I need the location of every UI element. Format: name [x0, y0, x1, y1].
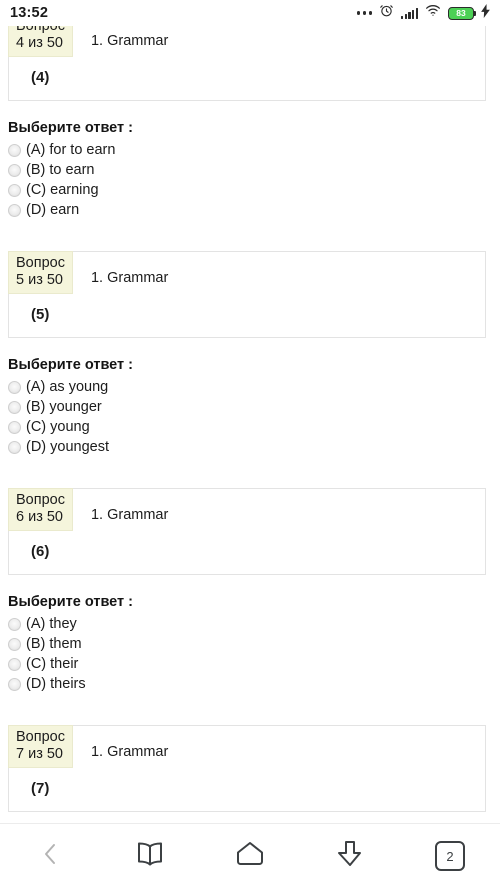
- downloads-button[interactable]: [322, 832, 378, 880]
- answer-option[interactable]: (D) youngest: [8, 437, 500, 457]
- question-badge-line1: Вопрос: [16, 26, 65, 34]
- answer-option[interactable]: (B) to earn: [8, 160, 500, 180]
- radio-button-icon[interactable]: [8, 143, 21, 157]
- answer-option-label: (B) younger: [26, 399, 102, 415]
- radio-button-icon[interactable]: [8, 637, 21, 651]
- answer-option[interactable]: (D) theirs: [8, 674, 500, 694]
- question-number-badge: Вопрос 7 из 50: [8, 725, 73, 768]
- signal-bars-icon: [400, 7, 418, 19]
- answer-option[interactable]: (A) for to earn: [8, 140, 500, 160]
- question-number-badge: Вопрос 5 из 50: [8, 251, 73, 294]
- radio-button-icon[interactable]: [8, 380, 21, 394]
- charging-bolt-icon: [481, 3, 490, 23]
- answer-option[interactable]: (C) their: [8, 654, 500, 674]
- question-text: (5): [31, 306, 50, 323]
- answer-option-label: (A) for to earn: [26, 142, 116, 158]
- answer-option-label: (A) they: [26, 616, 77, 632]
- answer-option-label: (D) youngest: [26, 439, 110, 455]
- radio-button-icon[interactable]: [8, 677, 21, 691]
- answer-group: Выберите ответ : (A) they (B) them (C) t…: [0, 575, 500, 694]
- question-topic-title: 1. Grammar: [90, 33, 169, 49]
- question-card: Вопрос 4 из 50 1. Grammar (4): [8, 26, 486, 101]
- answer-option[interactable]: (A) as young: [8, 377, 500, 397]
- question-card: Вопрос 7 из 50 1. Grammar (7): [8, 725, 486, 812]
- alarm-clock-icon: [379, 3, 394, 23]
- question-header: Вопрос 4 из 50 1. Grammar: [8, 26, 485, 57]
- radio-button-icon[interactable]: [8, 617, 21, 631]
- question-number-badge: Вопрос 6 из 50: [8, 488, 73, 531]
- question-topic-title: 1. Grammar: [90, 270, 169, 286]
- question-header: Вопрос 7 из 50 1. Grammar: [8, 725, 485, 768]
- radio-button-icon[interactable]: [8, 420, 21, 434]
- status-bar: 13:52 83: [0, 0, 500, 26]
- radio-button-icon[interactable]: [8, 203, 21, 217]
- down-arrow-icon: [335, 839, 365, 874]
- question-text: (6): [31, 543, 50, 560]
- back-button[interactable]: [22, 832, 78, 880]
- radio-button-icon[interactable]: [8, 400, 21, 414]
- open-book-icon: [135, 841, 165, 872]
- answer-option-label: (C) young: [26, 419, 90, 435]
- question-topic-title: 1. Grammar: [90, 744, 169, 760]
- status-icons: 83: [357, 3, 490, 23]
- answer-option[interactable]: (C) young: [8, 417, 500, 437]
- radio-button-icon[interactable]: [8, 657, 21, 671]
- question-badge-line1: Вопрос: [16, 729, 65, 745]
- question-header: Вопрос 5 из 50 1. Grammar: [8, 251, 485, 294]
- question-badge-line2: 6 из 50: [16, 509, 63, 525]
- answer-option-label: (D) theirs: [26, 676, 86, 692]
- back-chevron-icon: [39, 840, 61, 873]
- answer-option-label: (C) their: [26, 656, 79, 672]
- question-text: (7): [31, 780, 50, 797]
- question-badge-line1: Вопрос: [16, 255, 65, 271]
- web-page-viewport[interactable]: Вопрос 4 из 50 1. Grammar (4) Выберите о…: [0, 26, 500, 823]
- answer-option-label: (B) them: [26, 636, 82, 652]
- answers-heading: Выберите ответ :: [8, 357, 133, 373]
- answer-option[interactable]: (A) they: [8, 614, 500, 634]
- bookmarks-button[interactable]: [122, 832, 178, 880]
- answer-option[interactable]: (C) earning: [8, 180, 500, 200]
- answer-option-label: (B) to earn: [26, 162, 95, 178]
- quiz-list: Вопрос 4 из 50 1. Grammar (4) Выберите о…: [0, 26, 500, 812]
- browser-bottom-navigation: 2: [0, 823, 500, 888]
- question-badge-line2: 4 из 50: [16, 35, 63, 51]
- question-card: Вопрос 5 из 50 1. Grammar (5): [8, 251, 486, 338]
- answer-option-label: (D) earn: [26, 202, 80, 218]
- battery-level: 83: [456, 7, 466, 18]
- home-button[interactable]: [222, 832, 278, 880]
- home-pentagon-icon: [234, 840, 266, 873]
- answer-group: Выберите ответ : (A) for to earn (B) to …: [0, 101, 500, 220]
- answer-option-label: (C) earning: [26, 182, 99, 198]
- battery-icon: 83: [448, 6, 477, 20]
- question-badge-line1: Вопрос: [16, 492, 65, 508]
- answer-option[interactable]: (B) younger: [8, 397, 500, 417]
- wifi-icon: [425, 4, 441, 22]
- answers-heading: Выберите ответ :: [8, 594, 133, 610]
- question-header: Вопрос 6 из 50 1. Grammar: [8, 488, 485, 531]
- radio-button-icon[interactable]: [8, 163, 21, 177]
- more-dots-icon: [357, 11, 372, 15]
- question-card: Вопрос 6 из 50 1. Grammar (6): [8, 488, 486, 575]
- status-time: 13:52: [10, 5, 49, 21]
- question-number-badge: Вопрос 4 из 50: [8, 26, 73, 57]
- tab-count-label: 2: [435, 841, 465, 871]
- tab-switcher-button[interactable]: 2: [422, 832, 478, 880]
- question-badge-line2: 5 из 50: [16, 272, 63, 288]
- answers-heading: Выберите ответ :: [8, 120, 133, 136]
- answer-group: Выберите ответ : (A) as young (B) younge…: [0, 338, 500, 457]
- question-badge-line2: 7 из 50: [16, 746, 63, 762]
- radio-button-icon[interactable]: [8, 183, 21, 197]
- answer-option[interactable]: (B) them: [8, 634, 500, 654]
- answer-option[interactable]: (D) earn: [8, 200, 500, 220]
- radio-button-icon[interactable]: [8, 440, 21, 454]
- answer-option-label: (A) as young: [26, 379, 109, 395]
- question-text: (4): [31, 69, 50, 86]
- question-topic-title: 1. Grammar: [90, 507, 169, 523]
